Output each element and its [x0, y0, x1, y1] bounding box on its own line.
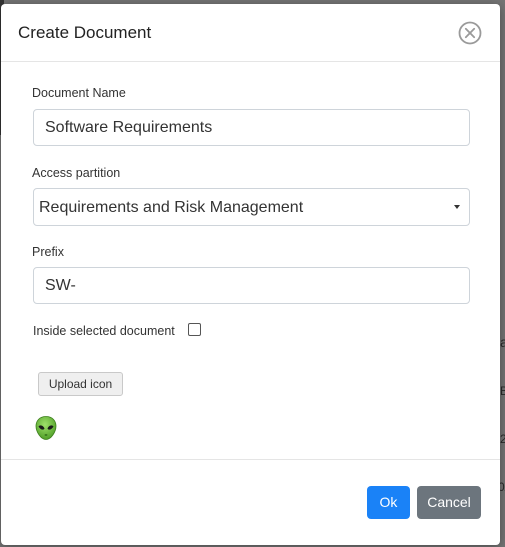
inside-selected-document-checkbox[interactable] — [188, 323, 201, 336]
document-name-label: Document Name — [32, 86, 126, 100]
access-partition-selected-value: Requirements and Risk Management — [39, 199, 304, 216]
close-circle-icon — [458, 21, 482, 45]
close-button[interactable] — [458, 21, 482, 45]
upload-icon-button[interactable]: Upload icon — [38, 372, 123, 396]
background-text-fragment: a — [500, 334, 505, 350]
dialog-title: Create Document — [18, 23, 152, 42]
access-partition-label: Access partition — [32, 166, 121, 180]
document-name-input[interactable] — [33, 109, 470, 146]
cancel-button[interactable]: Cancel — [417, 486, 481, 519]
prefix-label: Prefix — [32, 245, 64, 259]
access-partition-select[interactable]: Requirements and Risk Management — [33, 188, 470, 226]
dialog-footer: Ok Cancel — [1, 459, 500, 545]
prefix-input[interactable] — [33, 267, 470, 304]
background-text-fragment: B — [500, 384, 505, 398]
background-text-fragment: 2 — [500, 432, 505, 446]
chevron-down-icon — [454, 205, 460, 209]
inside-selected-document-label: Inside selected document — [33, 324, 175, 338]
alien-icon — [34, 415, 58, 441]
ok-button[interactable]: Ok — [367, 486, 410, 519]
create-document-dialog: Create Document Document Name Access par… — [1, 4, 500, 545]
dialog-header: Create Document — [1, 4, 500, 62]
